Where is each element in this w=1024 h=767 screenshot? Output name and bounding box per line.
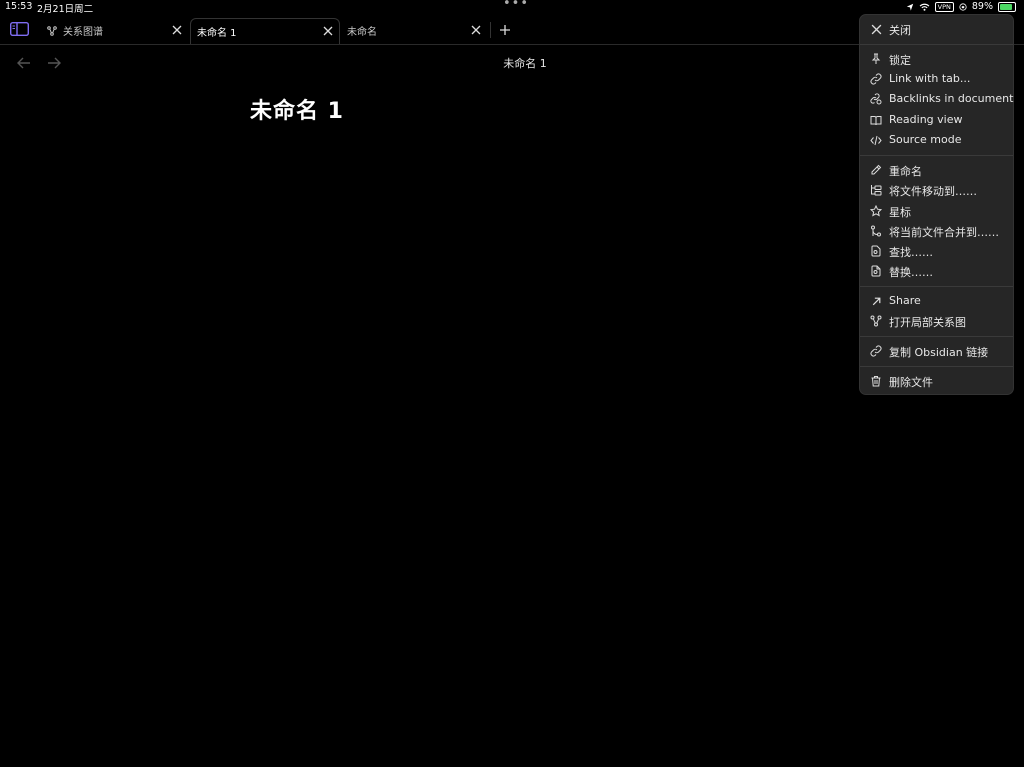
- sidebar-toggle-button[interactable]: [8, 20, 30, 38]
- close-icon[interactable]: [469, 23, 483, 37]
- menu-item-pin[interactable]: 锁定: [860, 49, 1013, 69]
- book-open-icon: [869, 113, 883, 127]
- back-button[interactable]: [16, 55, 32, 71]
- view-header-title[interactable]: 未命名 1: [440, 55, 610, 71]
- folder-tree-icon: [869, 183, 883, 197]
- close-icon[interactable]: [170, 23, 184, 37]
- status-time: 15:53: [5, 1, 33, 12]
- menu-item-reading-view[interactable]: Reading view: [860, 110, 1013, 130]
- menu-item-label: 关闭: [889, 24, 911, 37]
- status-date: 2月21日周二: [37, 4, 94, 15]
- menu-item-label: 星标: [889, 206, 911, 219]
- more-options-menu: 关闭 锁定 Link with tab... Backlinks in docu…: [859, 14, 1014, 395]
- menu-divider: [860, 155, 1013, 156]
- location-icon: [906, 3, 914, 11]
- note-inline-title[interactable]: 未命名 1: [250, 93, 344, 125]
- menu-item-delete-file[interactable]: 删除文件: [860, 371, 1013, 391]
- vpn-badge: VPN: [934, 1, 954, 12]
- menu-item-local-graph[interactable]: 打开局部关系图: [860, 311, 1013, 331]
- arrow-up-right-icon: [869, 294, 883, 308]
- menu-item-copy-link[interactable]: 复制 Obsidian 链接: [860, 341, 1013, 361]
- menu-item-merge-file[interactable]: 将当前文件合并到……: [860, 221, 1013, 241]
- menu-item-label: Reading view: [889, 113, 963, 126]
- status-bar: 15:53 2月21日周二 ••• VPN 89%: [0, 0, 1024, 15]
- star-icon: [869, 204, 883, 218]
- menu-divider: [860, 44, 1013, 45]
- menu-item-label: 锁定: [889, 54, 911, 67]
- plus-icon: [499, 24, 511, 36]
- menu-item-label: 替换……: [889, 266, 933, 279]
- menu-item-label: 重命名: [889, 165, 922, 178]
- menu-item-replace[interactable]: 替换……: [860, 261, 1013, 281]
- menu-item-rename[interactable]: 重命名: [860, 160, 1013, 180]
- trash-icon: [869, 374, 883, 388]
- menu-item-share[interactable]: Share: [860, 291, 1013, 311]
- menu-item-source-mode[interactable]: Source mode: [860, 130, 1013, 150]
- new-tab-button[interactable]: [496, 21, 514, 39]
- menu-item-label: Source mode: [889, 133, 962, 146]
- tab-graph-view[interactable]: 关系图谱: [42, 18, 188, 43]
- pencil-icon: [869, 163, 883, 177]
- battery-icon: [998, 1, 1016, 12]
- code-icon: [869, 133, 883, 147]
- menu-divider: [860, 366, 1013, 367]
- pin-icon: [869, 52, 883, 66]
- menu-item-backlinks[interactable]: Backlinks in document: [860, 89, 1013, 109]
- graph-icon: [869, 314, 883, 328]
- menu-item-label: Share: [889, 294, 921, 307]
- battery-percent: 89%: [971, 1, 993, 12]
- tab-label: 关系图谱: [63, 27, 103, 38]
- menu-item-bookmark[interactable]: 星标: [860, 201, 1013, 221]
- menu-item-label: 将当前文件合并到……: [889, 226, 999, 239]
- arrow-right-icon: [47, 57, 61, 69]
- menu-item-link-with-tab[interactable]: Link with tab...: [860, 69, 1013, 89]
- link-icon: [869, 72, 883, 86]
- menu-item-move-file[interactable]: 将文件移动到……: [860, 180, 1013, 200]
- menu-item-label: 查找……: [889, 246, 933, 259]
- wifi-icon: [919, 3, 930, 11]
- menu-divider: [860, 336, 1013, 337]
- menu-item-close[interactable]: 关闭: [860, 19, 1013, 39]
- arrow-left-icon: [17, 57, 31, 69]
- menu-item-label: 打开局部关系图: [889, 316, 966, 329]
- file-replace-icon: [869, 264, 883, 278]
- menu-item-label: 将文件移动到……: [889, 185, 977, 198]
- git-merge-icon: [869, 224, 883, 238]
- link-icon: [869, 344, 883, 358]
- tab-untitled[interactable]: 未命名: [341, 18, 487, 43]
- menu-item-label: Backlinks in document: [889, 92, 1014, 105]
- menu-item-label: 删除文件: [889, 376, 933, 389]
- close-icon[interactable]: [321, 24, 335, 38]
- status-indicators: VPN 89%: [906, 1, 1016, 12]
- tab-untitled-1[interactable]: 未命名 1: [190, 18, 340, 44]
- orientation-lock-icon: [959, 2, 967, 11]
- tab-label: 未命名 1: [197, 28, 237, 39]
- menu-item-label: Link with tab...: [889, 72, 971, 85]
- menu-item-find[interactable]: 查找……: [860, 241, 1013, 261]
- sidebar-icon: [9, 22, 29, 36]
- multitasking-dots[interactable]: •••: [503, 0, 529, 11]
- tab-divider: [490, 22, 491, 38]
- close-icon: [869, 22, 883, 36]
- menu-divider: [860, 286, 1013, 287]
- file-search-icon: [869, 244, 883, 258]
- forward-button[interactable]: [46, 55, 62, 71]
- tab-label: 未命名: [347, 27, 377, 38]
- menu-item-label: 复制 Obsidian 链接: [889, 346, 989, 359]
- backlinks-icon: [869, 92, 883, 106]
- graph-icon: [47, 25, 57, 36]
